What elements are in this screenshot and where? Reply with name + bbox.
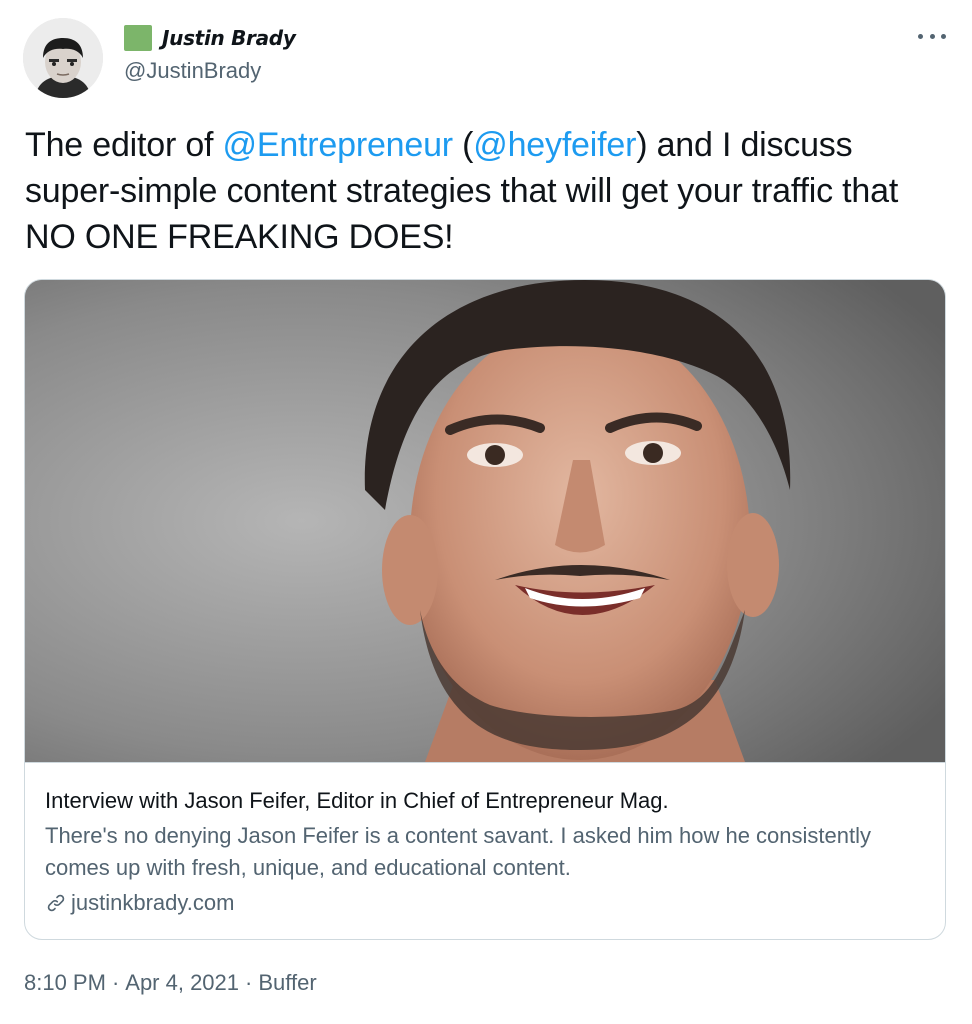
card-photo (25, 280, 945, 762)
avatar[interactable] (23, 18, 103, 98)
separator: · (111, 970, 120, 995)
tweet-text: The editor of @Entrepreneur (@heyfeifer)… (25, 122, 945, 260)
mention-heyfeifer[interactable]: @heyfeifer (473, 126, 636, 164)
separator: · (245, 970, 253, 995)
card-meta: Interview with Jason Feifer, Editor in C… (45, 786, 925, 916)
tweet-text-part: ( (452, 126, 474, 164)
link-icon (47, 894, 65, 912)
card-image[interactable] (25, 280, 945, 763)
name-row[interactable]: Justin Brady (124, 22, 296, 54)
card-description: There's no denying Jason Feifer is a con… (45, 823, 871, 880)
tweet-text-part: The editor of (25, 126, 223, 164)
card-domain[interactable]: justinkbrady.com (45, 890, 925, 916)
user-handle[interactable]: @JustinBrady (124, 58, 296, 84)
more-horizontal-icon (918, 33, 923, 39)
tweet-meta: 8:10 PM · Apr 4, 2021 · Buffer (24, 970, 317, 996)
more-options-button[interactable] (918, 26, 946, 46)
tweet-source[interactable]: Buffer (258, 970, 316, 995)
more-horizontal-icon (929, 33, 935, 39)
link-preview-card[interactable]: Interview with Jason Feifer, Editor in C… (24, 279, 946, 940)
tweet: Justin Brady @JustinBrady The editor of … (0, 0, 972, 1024)
mention-entrepreneur[interactable]: @Entrepreneur (223, 126, 454, 164)
display-name[interactable]: Justin Brady (162, 26, 296, 50)
tweet-time[interactable]: 8:10 PM (24, 970, 106, 995)
tweet-date[interactable]: Apr 4, 2021 (125, 970, 239, 995)
profile-badge-icon (124, 25, 152, 51)
avatar-image (23, 18, 103, 98)
card-domain-text: justinkbrady.com (71, 890, 235, 915)
card-title: Interview with Jason Feifer, Editor in C… (45, 788, 669, 813)
author-block: Justin Brady @JustinBrady (124, 22, 296, 84)
more-horizontal-icon (941, 33, 946, 39)
